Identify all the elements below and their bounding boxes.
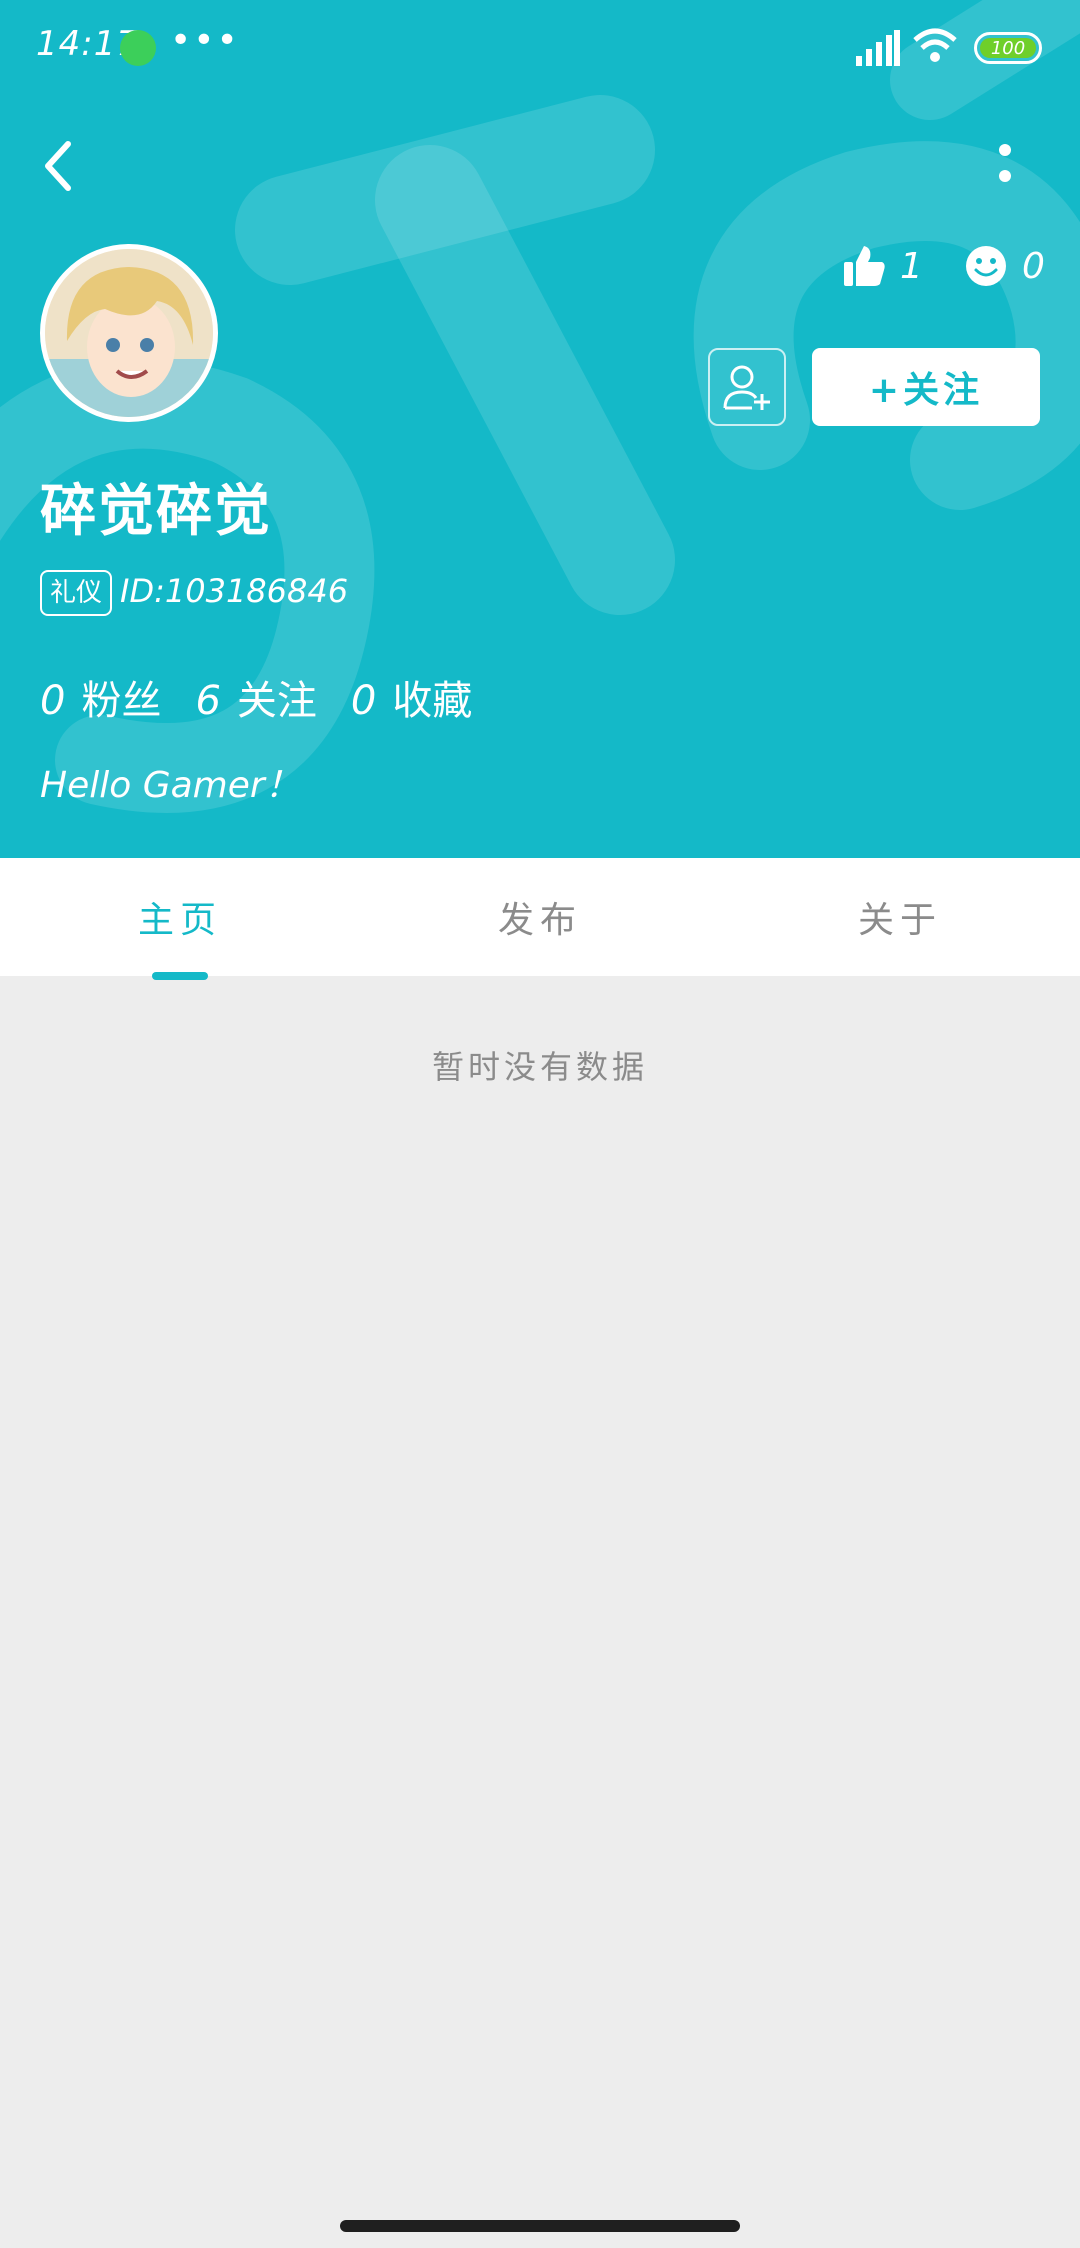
battery-level: 100 xyxy=(980,38,1036,59)
add-friend-button[interactable] xyxy=(708,348,786,426)
username: 碎觉碎觉 xyxy=(40,479,272,544)
signal-icon xyxy=(856,30,900,66)
profile-stats: 0 粉丝 6 关注 0 收藏 xyxy=(40,668,472,726)
user-bio: Hello Gamer！ xyxy=(40,765,301,806)
smiley-icon xyxy=(966,246,1006,286)
stat-following[interactable]: 6 关注 xyxy=(195,668,316,726)
user-id: ID:103186846 xyxy=(120,572,349,610)
more-notifications-icon: ••• xyxy=(170,20,240,61)
tab-about[interactable]: 关于 xyxy=(720,858,1080,976)
tab-bar: 主页 发布 关于 xyxy=(0,858,1080,976)
likes-count: 1 xyxy=(900,245,923,287)
stat-value: 6 xyxy=(195,678,221,724)
smiles-counter[interactable]: 0 xyxy=(964,244,1045,288)
home-indicator[interactable] xyxy=(340,2220,740,2232)
back-button[interactable] xyxy=(38,138,80,194)
watermark-logo xyxy=(0,0,1080,813)
empty-state-text: 暂时没有数据 xyxy=(431,1048,648,1086)
status-bar: 14:17 ••• 100 xyxy=(0,0,1080,96)
thumbs-up-icon xyxy=(844,246,885,286)
stat-value: 0 xyxy=(350,678,377,724)
likes-counter[interactable]: 1 xyxy=(842,244,923,288)
follow-button[interactable]: +关注 xyxy=(812,348,1040,426)
stat-fans[interactable]: 0 粉丝 xyxy=(40,668,161,726)
smiles-count: 0 xyxy=(1022,245,1045,287)
add-user-icon xyxy=(723,365,770,410)
profile-header: 14:17 ••• 100 1 0 +关注 碎觉碎觉 礼仪 ID:1031868… xyxy=(0,0,1080,858)
wifi-icon xyxy=(913,28,957,62)
stat-label: 粉丝 xyxy=(81,678,162,724)
user-badge[interactable]: 礼仪 xyxy=(40,570,113,616)
stat-label: 收藏 xyxy=(392,678,473,724)
stat-value: 0 xyxy=(40,678,66,724)
avatar[interactable] xyxy=(40,244,218,422)
stat-favorites[interactable]: 0 收藏 xyxy=(351,668,472,726)
tab-posts[interactable]: 发布 xyxy=(360,858,720,976)
avatar-image xyxy=(45,249,213,417)
tab-home[interactable]: 主页 xyxy=(0,858,360,976)
battery-icon: 100 xyxy=(974,32,1042,64)
wechat-notification-icon xyxy=(120,30,156,66)
more-options-button[interactable] xyxy=(990,140,1020,190)
stat-label: 关注 xyxy=(236,678,317,724)
active-tab-indicator xyxy=(152,972,208,980)
